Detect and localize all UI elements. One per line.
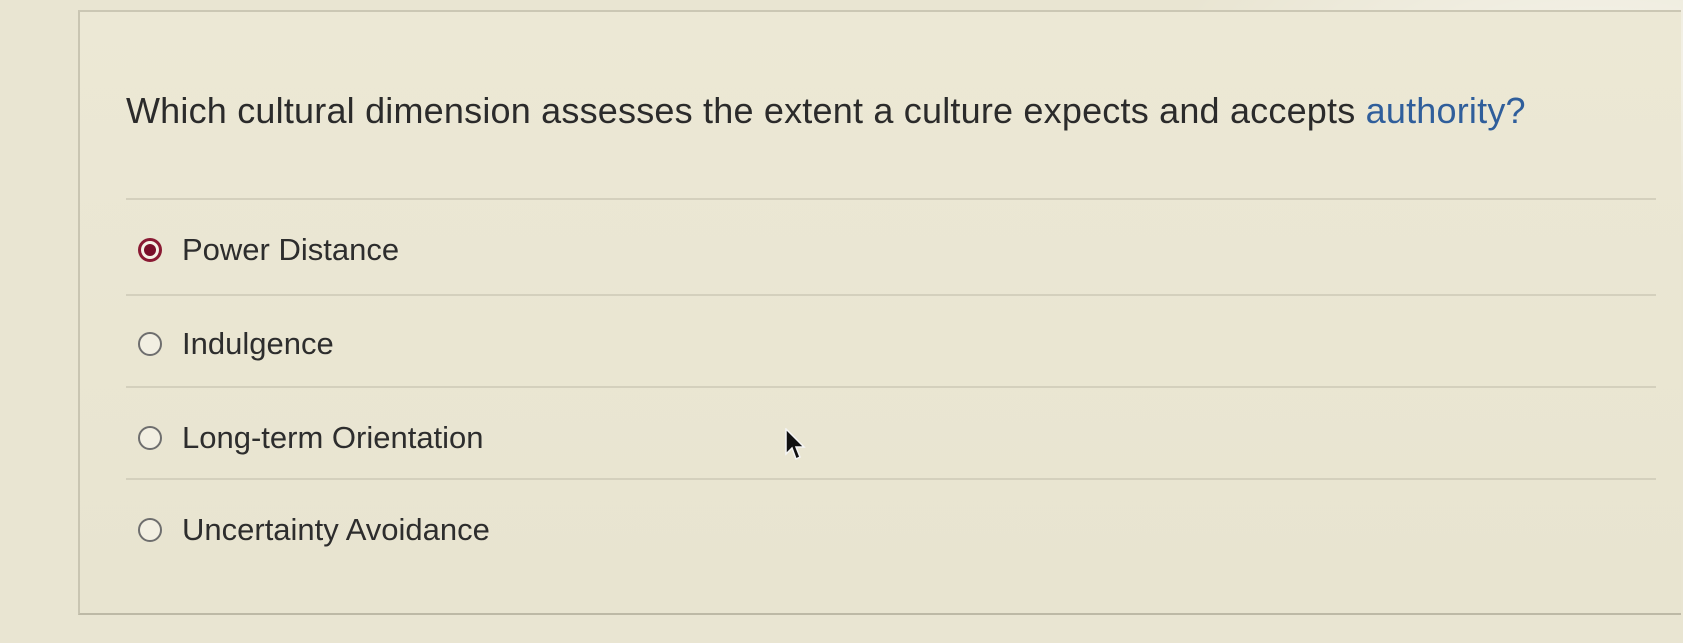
- option-power-distance[interactable]: Power Distance: [126, 220, 1026, 280]
- divider: [126, 386, 1656, 388]
- option-label: Indulgence: [182, 326, 334, 361]
- radio-selected-icon[interactable]: [138, 238, 162, 262]
- option-uncertainty-avoidance[interactable]: Uncertainty Avoidance: [126, 500, 1026, 560]
- option-indulgence[interactable]: Indulgence: [126, 314, 1026, 374]
- option-long-term-orientation[interactable]: Long-term Orientation: [126, 408, 1026, 468]
- radio-unselected-icon[interactable]: [138, 426, 162, 450]
- question-text: Which cultural dimension assesses the ex…: [126, 90, 1526, 132]
- option-label: Uncertainty Avoidance: [182, 512, 490, 547]
- radio-unselected-icon[interactable]: [138, 518, 162, 542]
- option-label: Long-term Orientation: [182, 420, 484, 455]
- divider: [126, 294, 1656, 296]
- option-label: Power Distance: [182, 232, 400, 267]
- question-authority-link[interactable]: authority?: [1366, 90, 1526, 131]
- divider: [126, 478, 1656, 480]
- divider: [126, 198, 1656, 200]
- mouse-pointer-icon: [785, 428, 806, 461]
- question-card: Which cultural dimension assesses the ex…: [78, 10, 1681, 615]
- radio-unselected-icon[interactable]: [138, 332, 162, 356]
- question-text-main: Which cultural dimension assesses the ex…: [126, 90, 1366, 131]
